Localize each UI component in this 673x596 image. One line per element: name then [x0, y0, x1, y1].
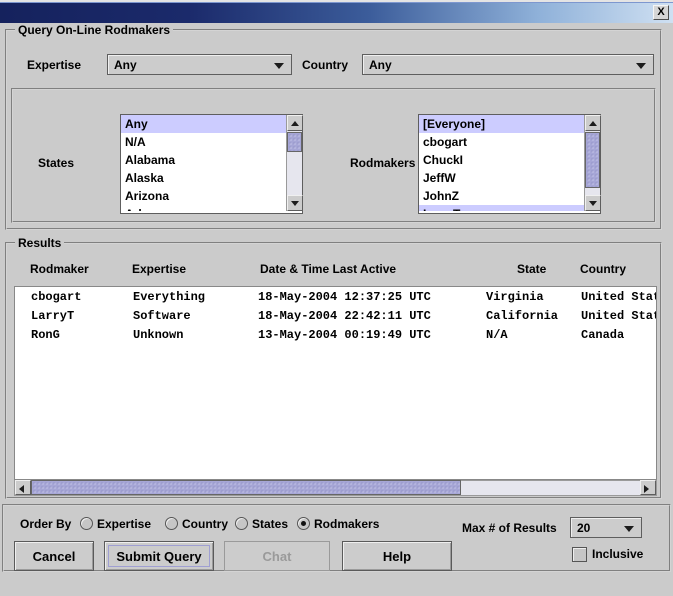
country-combobox-value: Any [369, 58, 392, 72]
column-header: Rodmaker [30, 262, 89, 276]
states-listbox[interactable]: AnyN/AAlabamaAlaskaArizonaArkansas [120, 114, 303, 214]
table-cell: RonG [31, 328, 60, 342]
column-header: State [517, 262, 546, 276]
rodmakers-list-item[interactable]: JohnZ [419, 187, 584, 205]
table-cell: cbogart [31, 290, 81, 304]
lists-panel: States AnyN/AAlabamaAlaskaArizonaArkansa… [11, 88, 656, 223]
max-results-combobox[interactable]: 20 [570, 517, 642, 538]
results-table[interactable]: cbogart Everything 18-May-2004 12:37:25 UT… [14, 286, 657, 480]
results-table-header: Rodmaker Expertise Date & Time Last Active… [14, 262, 657, 286]
expertise-label: Expertise [27, 58, 81, 72]
results-group: Results RodmakerExpertiseDate & Time Las… [5, 242, 662, 499]
submit-query-button[interactable]: Submit Query [104, 541, 214, 571]
table-cell: 13-May-2004 00:19:49 UTC [258, 328, 431, 342]
table-cell: United States [581, 309, 657, 323]
table-row[interactable]: cbogart Everything 18-May-2004 12:37:25 UT… [15, 287, 656, 306]
chevron-down-icon [274, 63, 284, 69]
rodmakers-label: Rodmakers [350, 156, 415, 170]
table-cell: LarryT [31, 309, 74, 323]
chevron-down-icon [636, 63, 646, 69]
country-label: Country [302, 58, 348, 72]
order-by-label: Order By [20, 517, 71, 531]
states-list-item[interactable]: Any [121, 115, 286, 133]
rodmakers-list-item[interactable]: ChuckI [419, 151, 584, 169]
radio-label: Rodmakers [314, 517, 379, 531]
scroll-down-icon[interactable] [585, 195, 601, 211]
radio-selected-icon [297, 517, 310, 530]
states-scrollbar[interactable] [286, 115, 302, 211]
radio-icon [165, 517, 178, 530]
order-by-radio-expertise[interactable]: Expertise [80, 517, 151, 531]
rodmakers-scrollbar[interactable] [584, 115, 600, 211]
results-hscrollbar-thumb[interactable] [31, 480, 461, 495]
radio-label: Expertise [97, 517, 151, 531]
table-row[interactable]: RonG Unknown 13-May-2004 00:19:49 UTC N/A Ca… [15, 325, 656, 344]
scroll-right-icon[interactable] [640, 480, 656, 495]
footer-panel: Order By Expertise Country States Rodmakers… [2, 504, 671, 572]
table-cell: 18-May-2004 12:37:25 UTC [258, 290, 431, 304]
scroll-up-icon[interactable] [287, 115, 303, 131]
rodmakers-list-item[interactable]: JeffW [419, 169, 584, 187]
radio-icon [235, 517, 248, 530]
table-cell: Virginia [486, 290, 544, 304]
inclusive-checkbox[interactable] [572, 547, 587, 562]
scroll-left-icon[interactable] [15, 480, 31, 495]
chevron-down-icon [624, 526, 634, 532]
results-hscrollbar[interactable] [14, 480, 657, 496]
expertise-combobox[interactable]: Any [107, 54, 292, 75]
scroll-down-icon[interactable] [287, 195, 303, 211]
states-list-item[interactable]: Arizona [121, 187, 286, 205]
help-button[interactable]: Help [342, 541, 452, 571]
table-cell: United States [581, 290, 657, 304]
table-cell: 18-May-2004 22:42:11 UTC [258, 309, 431, 323]
states-scrollbar-thumb[interactable] [287, 132, 302, 152]
country-combobox[interactable]: Any [362, 54, 654, 75]
max-results-label: Max # of Results [462, 521, 557, 535]
rodmakers-list-item[interactable]: [Everyone] [419, 115, 584, 133]
scroll-up-icon[interactable] [585, 115, 601, 131]
column-header: Country [580, 262, 626, 276]
table-cell: California [486, 309, 558, 323]
order-by-radio-rodmakers[interactable]: Rodmakers [297, 517, 379, 531]
rodmakers-list-item[interactable]: LarryT [419, 205, 584, 211]
radio-label: Country [182, 517, 228, 531]
chat-button: Chat [224, 541, 330, 571]
states-list-item[interactable]: Arkansas [121, 205, 286, 211]
max-results-combobox-value: 20 [577, 521, 590, 535]
rodmakers-listbox[interactable]: [Everyone]cbogartChuckIJeffWJohnZLarryT [418, 114, 601, 214]
states-list-item[interactable]: Alabama [121, 151, 286, 169]
query-group-title: Query On-Line Rodmakers [15, 23, 173, 37]
radio-label: States [252, 517, 288, 531]
states-list-item[interactable]: N/A [121, 133, 286, 151]
table-cell: Canada [581, 328, 624, 342]
column-header: Expertise [132, 262, 186, 276]
results-group-title: Results [15, 236, 64, 250]
radio-icon [80, 517, 93, 530]
rodmakers-scrollbar-thumb[interactable] [585, 132, 600, 188]
column-header: Date & Time Last Active [260, 262, 396, 276]
table-row[interactable]: LarryT Software 18-May-2004 22:42:11 UTC Ca… [15, 306, 656, 325]
order-by-radio-states[interactable]: States [235, 517, 288, 531]
query-rodmakers-dialog: X Query On-Line Rodmakers Expertise Any … [0, 0, 673, 596]
table-cell: Everything [133, 290, 205, 304]
states-label: States [38, 156, 74, 170]
inclusive-label: Inclusive [592, 547, 643, 561]
table-cell: N/A [486, 328, 508, 342]
close-icon[interactable]: X [653, 5, 669, 20]
table-cell: Software [133, 309, 191, 323]
states-list-item[interactable]: Alaska [121, 169, 286, 187]
expertise-combobox-value: Any [114, 58, 137, 72]
table-cell: Unknown [133, 328, 183, 342]
title-bar[interactable]: X [0, 2, 673, 23]
order-by-radio-country[interactable]: Country [165, 517, 228, 531]
rodmakers-list-item[interactable]: cbogart [419, 133, 584, 151]
cancel-button[interactable]: Cancel [14, 541, 94, 571]
query-group: Query On-Line Rodmakers Expertise Any Co… [5, 29, 662, 230]
